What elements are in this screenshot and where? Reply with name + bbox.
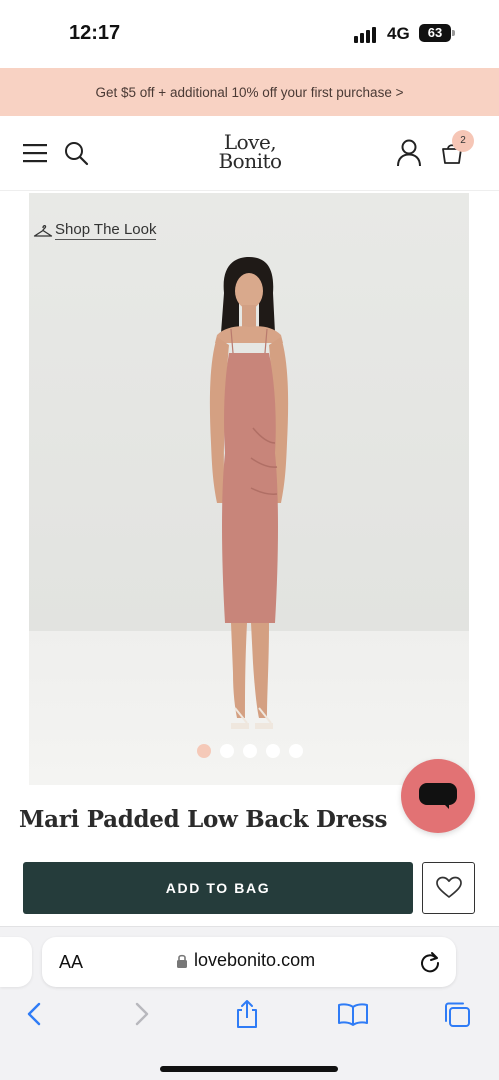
image-carousel-dots: [197, 744, 303, 758]
chat-tail: [441, 801, 449, 809]
carousel-dot-1[interactable]: [197, 744, 211, 758]
logo-line-2: Bonito: [218, 149, 282, 173]
carousel-dot-4[interactable]: [266, 744, 280, 758]
tabs-icon[interactable]: [443, 1001, 473, 1029]
back-icon[interactable]: [25, 1001, 43, 1027]
menu-icon[interactable]: [22, 142, 48, 164]
home-indicator: [160, 1066, 338, 1072]
url-display[interactable]: lovebonito.com: [176, 950, 315, 971]
cart-count-badge: 2: [452, 130, 474, 152]
brand-logo[interactable]: Love, Bonito: [208, 132, 292, 173]
browser-toolbar: AA lovebonito.com: [0, 926, 499, 1080]
product-image[interactable]: Shop The Look: [29, 193, 469, 785]
chat-bubble-icon: [419, 783, 457, 805]
carousel-dot-2[interactable]: [220, 744, 234, 758]
reload-icon[interactable]: [419, 950, 441, 974]
shop-the-look-link[interactable]: Shop The Look: [33, 221, 157, 240]
wishlist-button[interactable]: [422, 862, 475, 914]
battery-tip: [452, 30, 455, 36]
promo-banner[interactable]: Get $5 off + additional 10% off your fir…: [0, 68, 499, 116]
forward-icon[interactable]: [133, 1001, 151, 1027]
carousel-dot-3[interactable]: [243, 744, 257, 758]
model-photo: [209, 257, 289, 729]
promo-text[interactable]: Get $5 off + additional 10% off your fir…: [96, 85, 404, 100]
site-header: Love, Bonito: [0, 116, 499, 191]
bookmarks-icon[interactable]: [337, 1001, 369, 1027]
search-icon[interactable]: [63, 140, 89, 166]
lock-icon: [177, 954, 187, 968]
network-label: 4G: [387, 24, 410, 43]
status-bar: 12:17 4G 63: [0, 0, 499, 68]
previous-tab-peek[interactable]: [0, 937, 32, 987]
shop-the-look-label[interactable]: Shop The Look: [55, 221, 157, 240]
carousel-dot-5[interactable]: [289, 744, 303, 758]
address-bar[interactable]: AA lovebonito.com: [42, 937, 456, 987]
add-to-bag-button[interactable]: ADD TO BAG: [23, 862, 413, 914]
chat-button[interactable]: [401, 759, 475, 833]
heart-icon: [435, 876, 462, 898]
share-icon[interactable]: [234, 999, 260, 1029]
reader-aa-button[interactable]: AA: [59, 952, 83, 973]
status-time: 12:17: [69, 22, 121, 44]
url-text[interactable]: lovebonito.com: [194, 950, 315, 971]
account-icon[interactable]: [396, 139, 422, 167]
signal-icon: [354, 25, 380, 43]
product-title: Mari Padded Low Back Dress: [19, 806, 388, 833]
hanger-icon: [33, 224, 53, 237]
battery-icon: 63: [419, 24, 451, 42]
